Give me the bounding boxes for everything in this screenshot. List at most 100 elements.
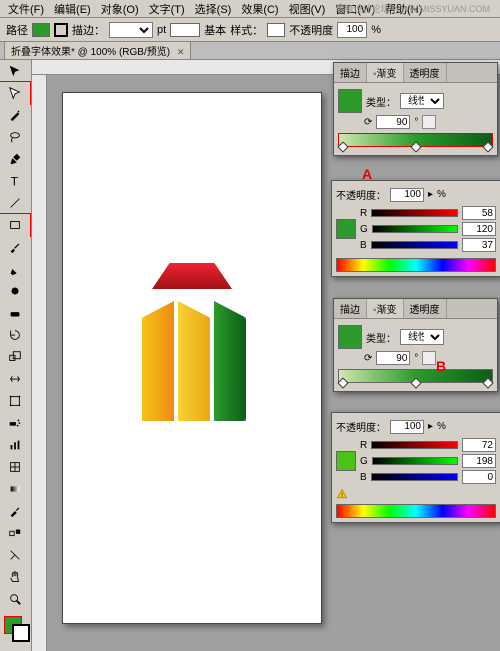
anchor-point-icon[interactable] <box>244 419 248 423</box>
r-input[interactable] <box>462 438 496 452</box>
stroke-weight-select[interactable] <box>109 22 153 38</box>
angle-icon: ⟳ <box>364 117 372 128</box>
direct-selection-tool[interactable] <box>0 82 30 104</box>
gradient-stop[interactable] <box>337 141 348 152</box>
menu-type[interactable]: 文字(T) <box>145 1 189 17</box>
shape-column-1[interactable] <box>142 301 174 421</box>
rectangle-tool[interactable] <box>0 214 30 236</box>
r-slider[interactable] <box>371 441 458 449</box>
fill-swatch[interactable] <box>32 23 50 37</box>
free-transform-tool[interactable] <box>0 390 30 412</box>
gradient-type-label: 类型： <box>366 94 396 109</box>
r-slider[interactable] <box>371 209 458 217</box>
magic-wand-tool[interactable] <box>0 104 30 126</box>
gradient-ramp[interactable] <box>338 133 493 147</box>
selection-tool[interactable] <box>0 60 30 82</box>
gradient-preview-swatch[interactable] <box>338 325 362 349</box>
width-tool[interactable] <box>0 368 30 390</box>
stroke-swatch[interactable] <box>54 23 68 37</box>
slice-tool[interactable] <box>0 544 30 566</box>
rotate-tool[interactable] <box>0 324 30 346</box>
panel-tabs: 描边 ◦渐变 透明度 <box>334 63 497 83</box>
gradient-angle-input[interactable] <box>376 351 410 365</box>
b-input[interactable] <box>462 238 496 252</box>
pencil-tool[interactable] <box>0 258 30 280</box>
menu-view[interactable]: 视图(V) <box>285 1 330 17</box>
gradient-angle-input[interactable] <box>376 115 410 129</box>
tab-stroke[interactable]: 描边 <box>334 299 367 318</box>
zoom-tool[interactable] <box>0 588 30 610</box>
b-input[interactable] <box>462 470 496 484</box>
type-tool[interactable]: T <box>0 170 30 192</box>
stroke-label: 描边： <box>72 22 105 38</box>
aspect-ratio-icon[interactable] <box>422 115 436 129</box>
opacity-input[interactable] <box>390 188 424 202</box>
shape-column-3-selected[interactable] <box>214 301 246 421</box>
anchor-point-icon[interactable] <box>212 299 216 303</box>
eraser-tool[interactable] <box>0 302 30 324</box>
tab-transparency[interactable]: 透明度 <box>404 299 447 318</box>
color-swatch[interactable] <box>336 219 356 239</box>
hand-tool[interactable] <box>0 566 30 588</box>
gradient-type-select[interactable]: 线性 <box>400 329 444 345</box>
tab-gradient[interactable]: ◦渐变 <box>367 299 404 318</box>
gradient-tool[interactable] <box>0 478 30 500</box>
out-of-gamut-icon[interactable]: ! <box>336 488 348 500</box>
g-input[interactable] <box>462 222 496 236</box>
paintbrush-tool[interactable] <box>0 236 30 258</box>
gradient-stop[interactable] <box>482 377 493 388</box>
blob-brush-tool[interactable] <box>0 280 30 302</box>
fill-stroke-indicator[interactable] <box>0 614 31 644</box>
anchor-point-icon[interactable] <box>244 315 248 319</box>
opacity-arrow-icon[interactable]: ▸ <box>428 421 433 432</box>
opacity-input[interactable] <box>390 420 424 434</box>
eyedropper-tool[interactable] <box>0 500 30 522</box>
b-slider[interactable] <box>371 473 458 481</box>
gradient-stop[interactable] <box>411 377 422 388</box>
g-slider[interactable] <box>372 225 458 233</box>
gradient-type-select[interactable]: 线性 <box>400 93 444 109</box>
lasso-tool[interactable] <box>0 126 30 148</box>
menu-object[interactable]: 对象(O) <box>97 1 143 17</box>
tab-transparency[interactable]: 透明度 <box>404 63 447 82</box>
symbol-sprayer-tool[interactable] <box>0 412 30 434</box>
color-swatch[interactable] <box>336 451 356 471</box>
stroke-color-box[interactable] <box>12 624 30 642</box>
gradient-type-label: 类型： <box>366 330 396 345</box>
mesh-tool[interactable] <box>0 456 30 478</box>
style-swatch[interactable] <box>267 23 285 37</box>
gradient-stop[interactable] <box>337 377 348 388</box>
g-input[interactable] <box>462 454 496 468</box>
b-slider[interactable] <box>371 241 458 249</box>
close-tab-icon[interactable]: ✕ <box>177 47 185 57</box>
g-slider[interactable] <box>372 457 458 465</box>
opacity-arrow-icon[interactable]: ▸ <box>428 189 433 200</box>
menu-effect[interactable]: 效果(C) <box>237 1 282 17</box>
tab-gradient[interactable]: ◦渐变 <box>367 63 404 82</box>
g-label: G <box>360 456 368 467</box>
menu-select[interactable]: 选择(S) <box>191 1 236 17</box>
shape-column-2[interactable] <box>178 301 210 421</box>
brush-select[interactable] <box>170 23 200 37</box>
spectrum-bar[interactable] <box>336 504 496 518</box>
gradient-ramp[interactable] <box>338 369 493 383</box>
document-tab[interactable]: 折叠字体效果* @ 100% (RGB/预览) ✕ <box>4 41 191 59</box>
menu-edit[interactable]: 编辑(E) <box>50 1 95 17</box>
r-input[interactable] <box>462 206 496 220</box>
tab-stroke[interactable]: 描边 <box>334 63 367 82</box>
pen-tool[interactable] <box>0 148 30 170</box>
aspect-ratio-icon[interactable] <box>422 351 436 365</box>
line-tool[interactable] <box>0 192 30 214</box>
shape-roof[interactable] <box>152 263 232 289</box>
blend-tool[interactable] <box>0 522 30 544</box>
gradient-preview-swatch[interactable] <box>338 89 362 113</box>
anchor-point-icon[interactable] <box>212 419 216 423</box>
menu-file[interactable]: 文件(F) <box>4 1 48 17</box>
gradient-stop[interactable] <box>411 141 422 152</box>
column-graph-tool[interactable] <box>0 434 30 456</box>
spectrum-bar[interactable] <box>336 258 496 272</box>
scale-tool[interactable] <box>0 346 30 368</box>
artboard[interactable] <box>62 92 322 624</box>
opacity-input[interactable] <box>337 22 367 38</box>
gradient-stop[interactable] <box>482 141 493 152</box>
